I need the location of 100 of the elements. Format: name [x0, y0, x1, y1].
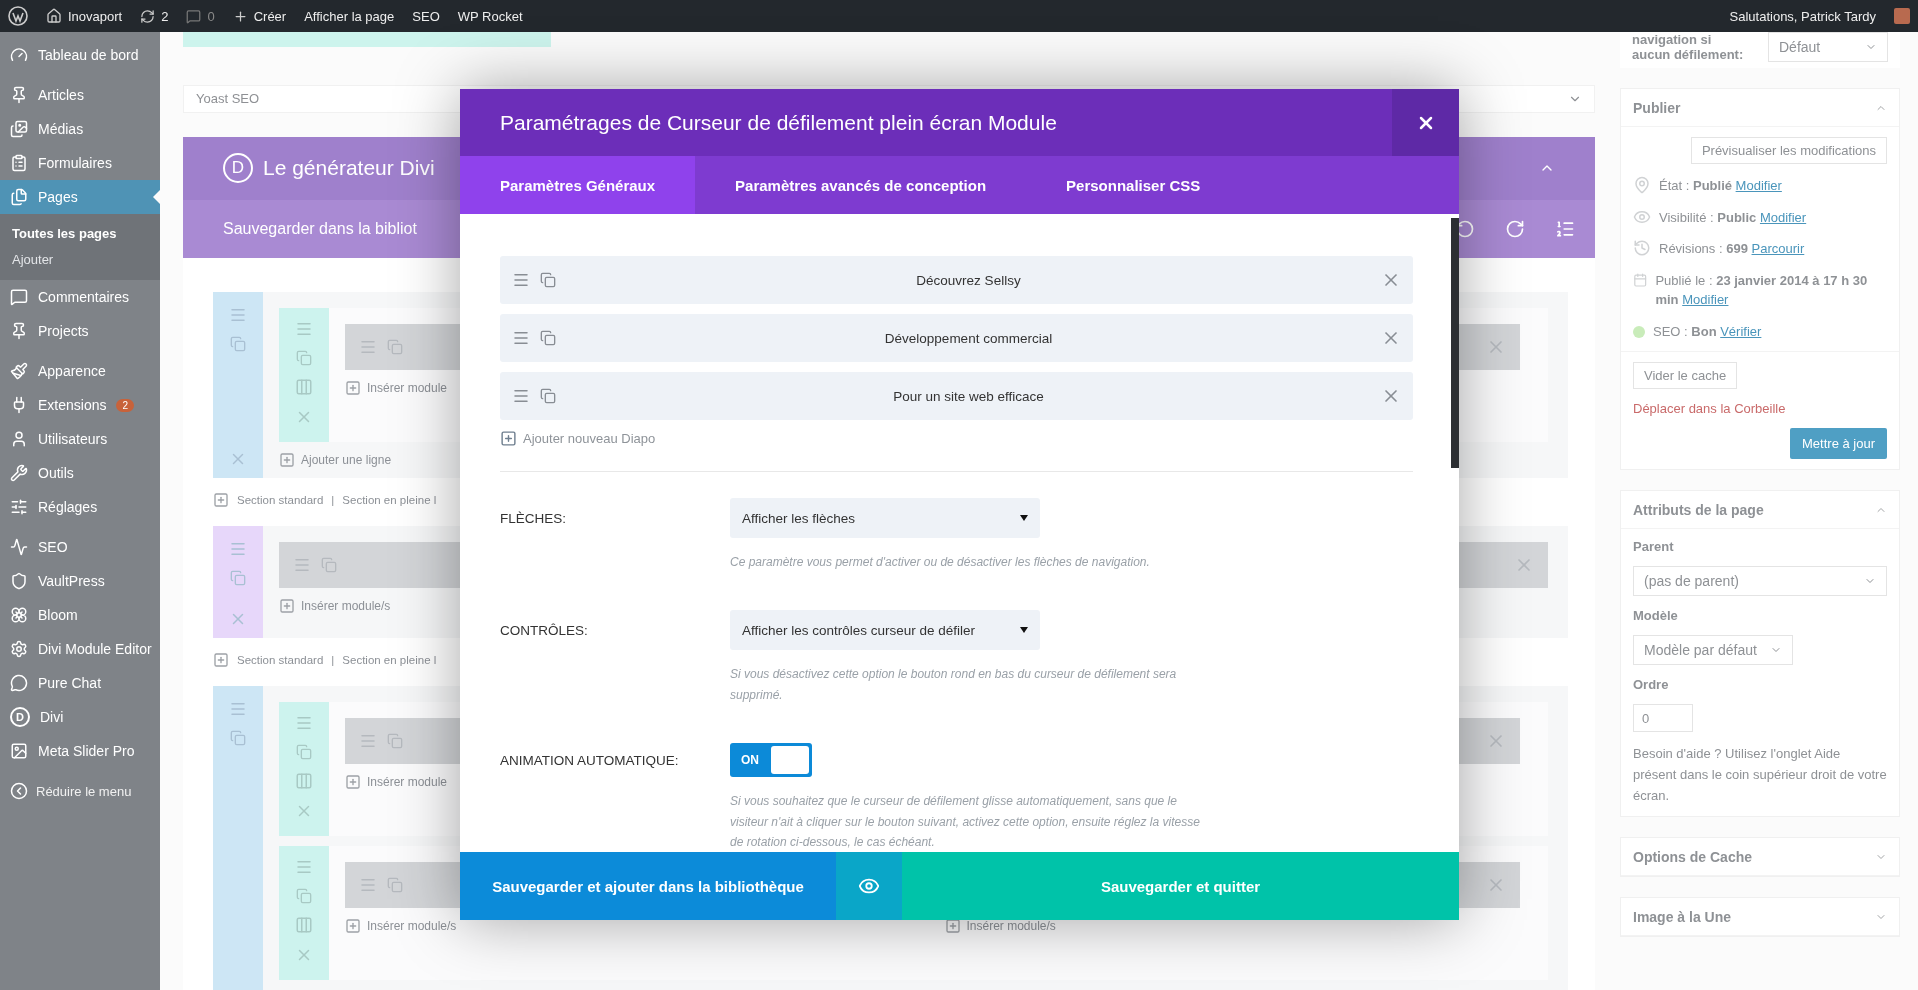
list-icon[interactable] [1555, 219, 1575, 240]
menu-icon[interactable] [295, 320, 313, 338]
copy-icon[interactable] [540, 330, 556, 346]
copy-icon[interactable] [540, 272, 556, 288]
menu-icon[interactable] [229, 700, 247, 718]
save-library-button[interactable]: Sauvegarder et ajouter dans la bibliothèque [460, 852, 836, 920]
add-icon[interactable] [279, 452, 295, 468]
menu-item[interactable]: Formulaires [0, 146, 160, 180]
toggle-switch[interactable]: ON [730, 743, 812, 778]
redo-icon[interactable] [1505, 219, 1525, 240]
close-button[interactable] [1392, 89, 1459, 156]
insert-module-link[interactable]: Insérer module/s [301, 599, 391, 613]
add-icon[interactable] [345, 380, 361, 396]
copy-icon[interactable] [230, 730, 246, 746]
menu-item[interactable]: Divi Module Editor [0, 632, 160, 666]
add-icon[interactable] [345, 774, 361, 790]
tab[interactable]: Paramètres avancés de conception [695, 156, 1027, 214]
add-section-link[interactable]: Section en pleine l [342, 494, 437, 506]
menu-icon[interactable] [295, 714, 313, 732]
copy-icon[interactable] [230, 336, 246, 352]
add-row-link[interactable]: Ajouter une ligne [301, 453, 392, 467]
toolbar-link[interactable]: Afficher la page [304, 8, 395, 24]
menu-item[interactable]: Tableau de bord [0, 38, 160, 72]
clear-cache-button[interactable]: Vider le cache [1633, 362, 1738, 389]
menu-item[interactable]: Extensions 2 [0, 388, 160, 422]
copy-icon[interactable] [230, 570, 246, 586]
menu-icon[interactable] [512, 271, 530, 289]
add-icon[interactable] [345, 918, 361, 934]
menu-item[interactable]: VaultPress [0, 564, 160, 598]
menu-item[interactable]: SEO [0, 530, 160, 564]
toolbar-link[interactable]: WP Rocket [457, 8, 523, 24]
greeting-link[interactable]: Salutations, Patrick Tardy [1729, 8, 1876, 24]
copy-icon[interactable] [296, 888, 312, 904]
menu-icon[interactable] [359, 876, 377, 894]
menu-item[interactable]: Médias [0, 112, 160, 146]
trash-link[interactable]: Déplacer dans la Corbeille [1633, 401, 1887, 416]
submenu-item[interactable]: Toutes les pages [0, 220, 160, 246]
collapsed-panel[interactable]: Options de Cache [1620, 837, 1900, 878]
add-slide-link[interactable]: Ajouter nouveau Diapo [500, 430, 656, 447]
tab[interactable]: Paramètres Généraux [460, 156, 696, 214]
preview-button[interactable] [836, 852, 902, 920]
menu-item[interactable]: Réglages [0, 490, 160, 524]
site-link[interactable]: Inovaport [46, 8, 123, 24]
update-button[interactable]: Mettre à jour [1790, 428, 1887, 459]
insert-module-link[interactable]: Insérer module [367, 775, 448, 789]
menu-item[interactable]: Meta Slider Pro [0, 734, 160, 768]
collapsed-panel[interactable]: Image à la Une [1620, 897, 1900, 938]
updates-link[interactable]: 2 [140, 8, 169, 24]
avatar[interactable] [1894, 8, 1910, 24]
menu-item[interactable]: Projects [0, 314, 160, 348]
insert-module-link[interactable]: Insérer module [367, 381, 448, 395]
add-section-link[interactable]: Section standard [237, 494, 324, 506]
copy-icon[interactable] [540, 388, 556, 404]
slide-item[interactable]: Découvrez Sellsy [500, 256, 1413, 304]
collapse-menu-button[interactable]: Réduire le menu [0, 774, 160, 808]
copy-icon[interactable] [296, 744, 312, 760]
tab[interactable]: Personnaliser CSS [1026, 156, 1241, 214]
menu-item[interactable]: Commentaires [0, 280, 160, 314]
select-field[interactable]: Modèle par défaut [1633, 635, 1793, 665]
menu-item[interactable]: Utilisateurs [0, 422, 160, 456]
copy-icon[interactable] [321, 557, 337, 573]
menu-icon[interactable] [295, 858, 313, 876]
toolbar-link[interactable]: SEO [412, 8, 440, 24]
menu-item[interactable]: Pure Chat [0, 666, 160, 700]
edit-link[interactable]: Modifier [1759, 209, 1807, 225]
add-icon[interactable] [213, 652, 229, 668]
columns-icon[interactable] [295, 378, 313, 396]
menu-icon[interactable] [512, 329, 530, 347]
submenu-item[interactable]: Ajouter [0, 246, 160, 272]
menu-item[interactable]: Articles [0, 78, 160, 112]
select-field[interactable]: Afficher les flèches [730, 498, 1040, 538]
menu-icon[interactable] [512, 387, 530, 405]
insert-module-link[interactable]: Insérer module/s [367, 919, 457, 933]
menu-item[interactable]: Bloom [0, 598, 160, 632]
save-library-link[interactable]: Sauvegarder dans la bibliot [223, 220, 417, 239]
add-section-link[interactable]: Section en pleine l [342, 654, 437, 666]
insert-module-link[interactable]: Insérer module/s [966, 919, 1056, 933]
select-field[interactable]: Défaut [1768, 32, 1888, 62]
menu-icon[interactable] [359, 338, 377, 356]
input-field[interactable]: 0 [1633, 704, 1693, 732]
add-icon[interactable] [279, 598, 295, 614]
menu-item[interactable]: D Divi [0, 700, 160, 734]
menu-item[interactable]: Outils [0, 456, 160, 490]
menu-icon[interactable] [359, 732, 377, 750]
menu-item[interactable]: Pages [0, 180, 160, 214]
menu-icon[interactable] [229, 540, 247, 558]
menu-icon[interactable] [229, 306, 247, 324]
add-icon[interactable] [213, 492, 229, 508]
edit-link[interactable]: Parcourir [1751, 241, 1805, 256]
add-section-link[interactable]: Section standard [237, 654, 324, 666]
menu-icon[interactable] [293, 556, 311, 574]
copy-icon[interactable] [387, 733, 403, 749]
columns-icon[interactable] [295, 916, 313, 934]
copy-icon[interactable] [296, 350, 312, 366]
add-icon[interactable] [944, 918, 961, 934]
columns-icon[interactable] [295, 772, 313, 790]
copy-icon[interactable] [387, 877, 403, 893]
edit-link[interactable]: Modifier [1682, 292, 1729, 307]
edit-link[interactable]: Modifier [1735, 178, 1782, 193]
create-link[interactable]: Créer [232, 8, 287, 24]
